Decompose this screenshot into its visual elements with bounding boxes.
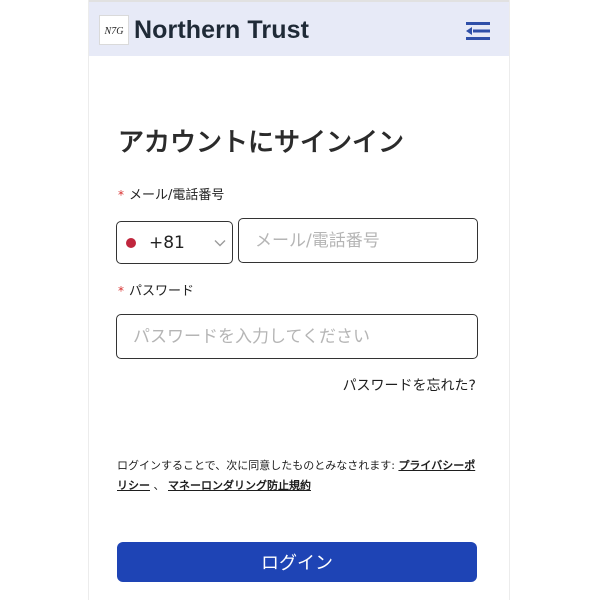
- email-label-text: メール/電話番号: [129, 188, 225, 203]
- svg-text:N7G: N7G: [104, 26, 124, 37]
- terms-prefix: ログインすることで、次に同意したものとみなされます:: [117, 459, 395, 472]
- terms-separator: 、: [153, 479, 165, 492]
- password-label-text: パスワード: [129, 284, 195, 299]
- email-phone-input[interactable]: [238, 218, 478, 263]
- email-field-label: * メール/電話番号: [118, 186, 224, 205]
- required-mark: *: [118, 284, 124, 298]
- logo-monogram: N7G: [104, 26, 124, 37]
- chevron-down-icon: [214, 240, 226, 247]
- screen: N7G Northern Trust アカウントにサインイン * メール/電話番号…: [0, 0, 600, 600]
- required-mark: *: [118, 188, 124, 202]
- page-title: アカウントにサインイン: [118, 128, 405, 159]
- terms-notice: ログインすることで、次に同意したものとみなされます: プライバシーポリシー 、 …: [117, 456, 479, 496]
- mobile-page: N7G Northern Trust アカウントにサインイン * メール/電話番号…: [88, 0, 510, 600]
- forgot-password-link[interactable]: パスワードを忘れた?: [343, 376, 476, 396]
- country-code-value: +81: [149, 233, 185, 253]
- logo-icon: N7G: [99, 15, 129, 45]
- password-field-label: * パスワード: [118, 282, 194, 301]
- login-button[interactable]: ログイン: [117, 542, 477, 582]
- japan-flag-icon: [126, 238, 136, 248]
- brand-name: Northern Trust: [134, 16, 310, 44]
- menu-collapse-icon[interactable]: [466, 20, 490, 42]
- aml-policy-link[interactable]: マネーロンダリング防止規約: [168, 479, 311, 492]
- password-input[interactable]: [116, 314, 478, 359]
- top-navigation-bar: N7G Northern Trust: [89, 0, 509, 56]
- country-code-select[interactable]: +81: [116, 221, 233, 264]
